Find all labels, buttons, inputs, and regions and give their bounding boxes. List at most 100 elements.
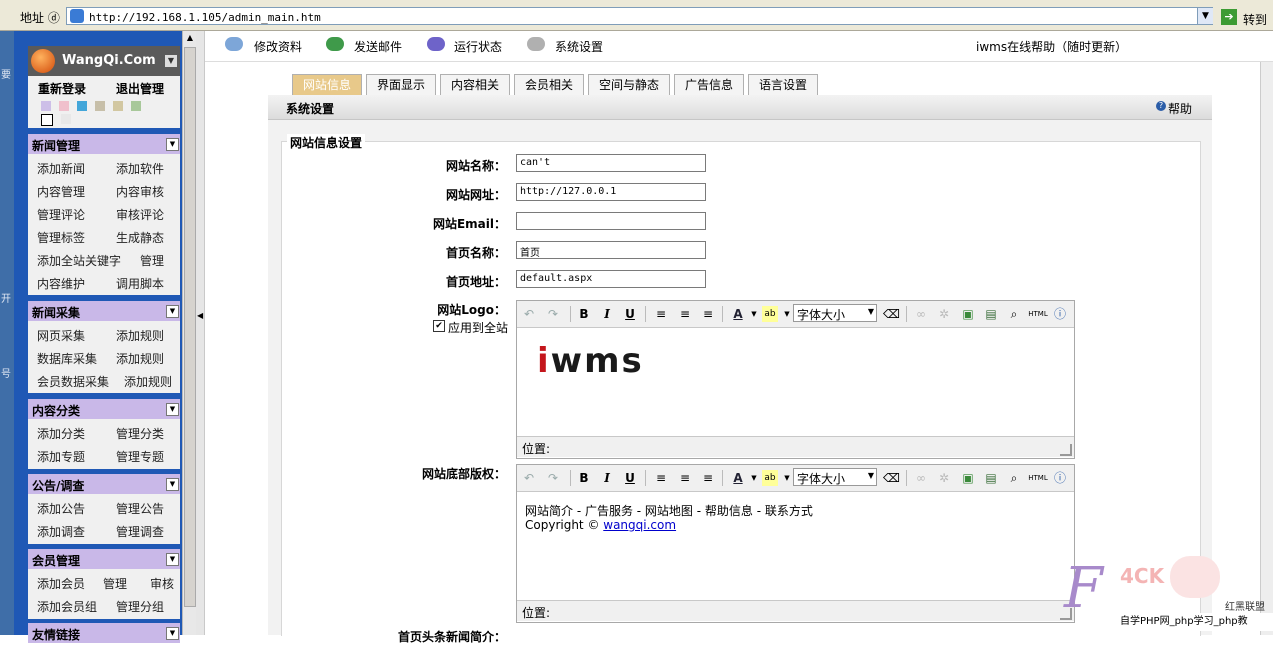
run-status-link[interactable]: 运行状态 — [454, 38, 502, 55]
sidebar-link[interactable]: 管理专题 — [116, 448, 164, 465]
site-name-input[interactable]: can't — [516, 154, 706, 172]
align-right-icon[interactable]: ≡ — [700, 306, 716, 322]
sidebar-link[interactable]: 添加软件 — [116, 160, 164, 177]
sidebar-link[interactable]: 管理 — [103, 575, 127, 592]
undo-icon[interactable]: ↶ — [521, 306, 537, 322]
content-scrollbar[interactable] — [1260, 62, 1273, 635]
frame-divider[interactable]: ◀ — [196, 31, 205, 635]
eraser-icon[interactable]: ⌫ — [883, 470, 900, 486]
dropdown-icon[interactable]: ▼ — [746, 306, 762, 322]
sidebar-link[interactable]: 内容管理 — [37, 183, 85, 200]
send-mail-icon[interactable] — [326, 37, 344, 51]
apply-all-label[interactable]: 应用到全站 — [448, 319, 508, 336]
section-header-collect[interactable]: 新闻采集 ▼ — [28, 301, 180, 321]
sidebar-link[interactable]: 添加调查 — [37, 523, 85, 540]
tab-content[interactable]: 内容相关 — [440, 74, 510, 95]
system-settings-icon[interactable] — [527, 37, 545, 51]
collapse-arrow-icon[interactable]: ◀ — [197, 311, 203, 320]
italic-icon[interactable]: I — [599, 470, 615, 486]
collapse-icon[interactable]: ▼ — [165, 55, 177, 67]
html-icon[interactable]: HTML — [1027, 470, 1049, 486]
go-label[interactable]: 转到 — [1243, 11, 1267, 28]
align-left-icon[interactable]: ≡ — [653, 470, 669, 486]
underline-icon[interactable]: U — [622, 470, 638, 486]
collapse-icon[interactable]: ▼ — [166, 138, 179, 151]
sidebar-link[interactable]: 管理调查 — [116, 523, 164, 540]
edit-profile-icon[interactable] — [225, 37, 243, 51]
system-settings-link[interactable]: 系统设置 — [555, 38, 603, 55]
redo-icon[interactable]: ↷ — [545, 470, 561, 486]
unlink-icon[interactable]: ✲ — [936, 470, 952, 486]
color-swatch[interactable] — [41, 114, 53, 126]
section-header-news[interactable]: 新闻管理 ▼ — [28, 134, 180, 154]
sidebar-link[interactable]: 管理分类 — [116, 425, 164, 442]
address-url[interactable]: http://192.168.1.105/admin_main.htm — [89, 11, 321, 24]
collapse-icon[interactable]: ▼ — [166, 553, 179, 566]
copyright-link[interactable]: wangqi.com — [603, 518, 676, 532]
tab-interface[interactable]: 界面显示 — [366, 74, 436, 95]
resize-handle-icon[interactable] — [1060, 444, 1072, 456]
go-arrow-icon[interactable]: ➔ — [1221, 9, 1237, 25]
sidebar-link[interactable]: 管理公告 — [116, 500, 164, 517]
sidebar-link[interactable]: 管理 — [140, 252, 164, 269]
site-url-input[interactable]: http://127.0.0.1 — [516, 183, 706, 201]
relogin-link[interactable]: 重新登录 — [38, 80, 86, 97]
highlight-icon[interactable]: ab — [762, 470, 778, 486]
sidebar-link[interactable]: 添加会员组 — [37, 598, 97, 615]
color-swatch[interactable] — [113, 101, 123, 111]
color-swatch[interactable] — [59, 101, 69, 111]
preview-icon[interactable]: ⌕ — [1006, 470, 1022, 486]
help-link[interactable]: 帮助 — [1168, 100, 1192, 117]
underline-icon[interactable]: U — [622, 306, 638, 322]
html-icon[interactable]: HTML — [1027, 306, 1049, 322]
media-icon[interactable]: ▤ — [983, 306, 999, 322]
font-size-select[interactable]: 字体大小 ▼ — [793, 304, 877, 322]
color-swatch[interactable] — [77, 101, 87, 111]
section-header-category[interactable]: 内容分类 ▼ — [28, 399, 180, 419]
sidebar-link[interactable]: 添加会员 — [37, 575, 85, 592]
home-name-input[interactable]: 首页 — [516, 241, 706, 259]
bold-icon[interactable]: B — [576, 306, 592, 322]
sidebar-link[interactable]: 添加分类 — [37, 425, 85, 442]
link-icon[interactable]: ∞ — [913, 470, 929, 486]
bold-icon[interactable]: B — [576, 470, 592, 486]
dropdown-icon[interactable]: ▼ — [868, 471, 874, 480]
logo-editor[interactable]: ↶ ↷ B I U ≡ ≡ ≡ A ▼ ab ▼ 字体大小 ▼ ⌫ ∞ ✲ ▣ ▤… — [516, 300, 1075, 459]
apply-all-checkbox[interactable]: ✔ — [433, 320, 445, 332]
color-swatch[interactable] — [131, 101, 141, 111]
collapse-icon[interactable]: ▼ — [166, 627, 179, 640]
site-email-input[interactable] — [516, 212, 706, 230]
redo-icon[interactable]: ↷ — [545, 306, 561, 322]
sidebar-link[interactable]: 生成静态 — [116, 229, 164, 246]
media-icon[interactable]: ▤ — [983, 470, 999, 486]
sidebar-link[interactable]: 管理分组 — [116, 598, 164, 615]
sidebar-link[interactable]: 添加规则 — [116, 327, 164, 344]
sidebar-link[interactable]: 数据库采集 — [37, 350, 97, 367]
online-help-link[interactable]: iwms在线帮助（随时更新） — [976, 38, 1127, 55]
scroll-thumb[interactable] — [184, 47, 196, 607]
tab-language[interactable]: 语言设置 — [748, 74, 818, 95]
undo-icon[interactable]: ↶ — [521, 470, 537, 486]
collapse-icon[interactable]: ▼ — [166, 403, 179, 416]
sidebar-scrollbar[interactable]: ▲ — [182, 31, 197, 635]
color-swatch[interactable] — [95, 101, 105, 111]
align-right-icon[interactable]: ≡ — [700, 470, 716, 486]
sidebar-link[interactable]: 审核评论 — [116, 206, 164, 223]
sidebar-link[interactable]: 添加专题 — [37, 448, 85, 465]
edit-profile-link[interactable]: 修改资料 — [254, 38, 302, 55]
sidebar-link[interactable]: 管理评论 — [37, 206, 85, 223]
font-color-icon[interactable]: A — [730, 470, 746, 486]
sidebar-link[interactable]: 添加全站关键字 — [37, 252, 121, 269]
tab-space-static[interactable]: 空间与静态 — [588, 74, 670, 95]
dropdown-icon[interactable]: ▼ — [868, 307, 874, 316]
highlight-icon[interactable]: ab — [762, 306, 778, 322]
tab-site-info[interactable]: 网站信息 — [292, 74, 362, 95]
sidebar-link[interactable]: 会员数据采集 — [37, 373, 109, 390]
font-size-select[interactable]: 字体大小 ▼ — [793, 468, 877, 486]
help-icon[interactable]: ⓘ — [1052, 470, 1068, 486]
address-dropdown-icon[interactable]: ▼ — [1197, 8, 1213, 24]
italic-icon[interactable]: I — [599, 306, 615, 322]
sidebar-link[interactable]: 调用脚本 — [116, 275, 164, 292]
eraser-icon[interactable]: ⌫ — [883, 306, 900, 322]
sidebar-link[interactable]: 添加公告 — [37, 500, 85, 517]
